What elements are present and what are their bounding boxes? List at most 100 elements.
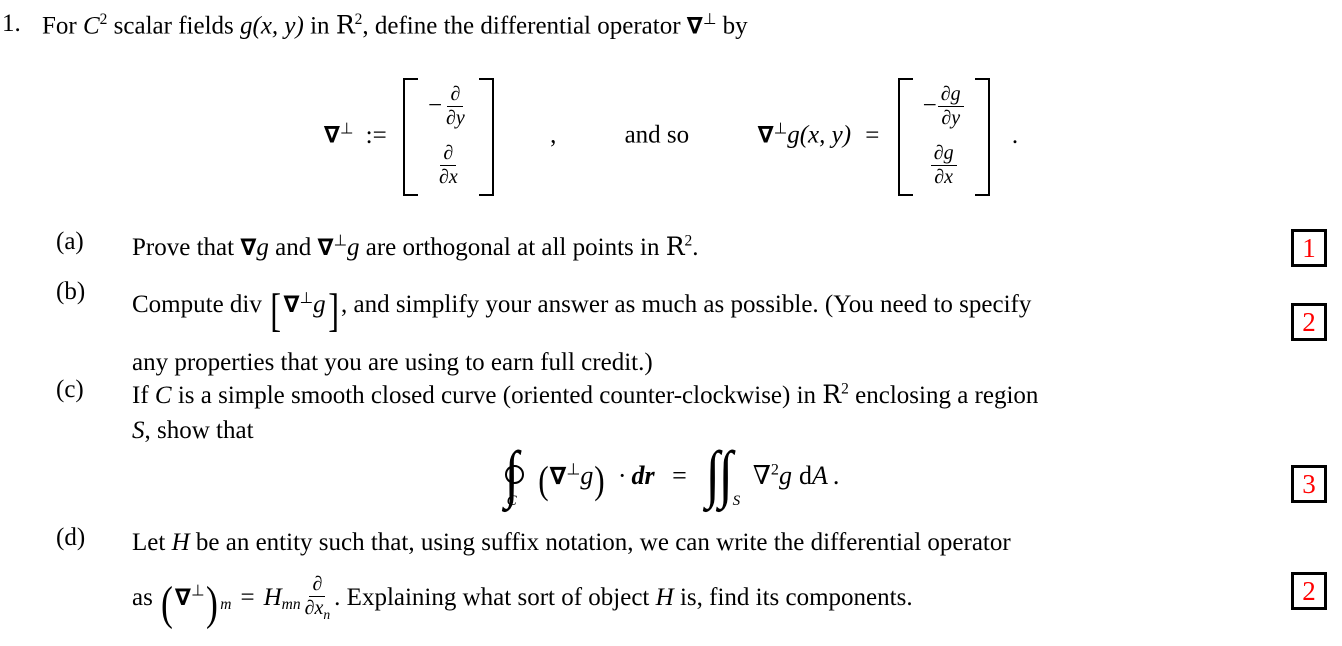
minus-sign: − xyxy=(922,92,937,120)
function-g: g xyxy=(256,234,269,261)
part-b-text-1: Compute div xyxy=(132,291,269,319)
partial-g-partial-y: ∂g ∂y xyxy=(937,83,964,129)
function-g: g xyxy=(240,12,253,40)
dot-product-symbol: · xyxy=(617,461,627,491)
marks-box-part-a: 1 xyxy=(1291,229,1327,267)
real-space-exponent: 2 xyxy=(841,380,849,398)
part-a-label: (a) xyxy=(56,228,84,255)
part-a: (a) Prove that ∇g and ∇⊥g are orthogonal… xyxy=(56,228,1266,266)
part-d-text-5: is, find its components. xyxy=(673,583,913,611)
perp-superscript: ⊥ xyxy=(339,119,354,138)
perp-superscript: ⊥ xyxy=(190,581,205,600)
stem-text-by: by xyxy=(716,12,748,40)
marks-box-part-d: 2 xyxy=(1291,572,1327,610)
definition-display-equation: ∇⊥ := − ∂ ∂y ∂ ∂x , and so ∇⊥g(x, y) = − ∂g ∂… xyxy=(0,78,1342,196)
paren-open: ( xyxy=(161,578,173,630)
part-b-label: (b) xyxy=(56,278,86,305)
gradient-perp-matrix: − ∂ ∂y ∂ ∂x xyxy=(402,78,494,196)
part-c-label: (c) xyxy=(56,376,84,403)
contour-integral-icon: ∫ C xyxy=(503,442,524,509)
perp-superscript: ⊥ xyxy=(299,288,314,307)
index-n: n xyxy=(323,607,331,623)
matrix-row-2: ∂g ∂x xyxy=(930,142,958,189)
contour-subscript: C xyxy=(506,492,517,509)
partial-x-n: ∂xn xyxy=(302,597,334,622)
part-c-text-1: If xyxy=(132,382,155,409)
part-c-text-2: is a simple smooth closed curve (oriente… xyxy=(171,382,823,409)
curve-symbol: C xyxy=(154,382,172,409)
function-g: g xyxy=(580,461,594,491)
partial-x: ∂x xyxy=(304,597,324,620)
part-d-label: (d) xyxy=(56,524,86,551)
marks-box-part-c: 3 xyxy=(1291,465,1327,503)
region-symbol: S xyxy=(132,417,145,444)
partial-y: ∂y xyxy=(446,106,465,129)
part-a-text-4: . xyxy=(692,234,699,261)
partial-g-partial-x: ∂g ∂x xyxy=(930,142,957,188)
nabla-operator-icon: ∇ xyxy=(757,122,774,149)
equals-sign: = xyxy=(240,583,255,611)
partial-derivative-y: ∂ ∂y xyxy=(443,83,468,129)
part-c-text-4: , show that xyxy=(144,417,254,444)
equals-sign: = xyxy=(672,461,687,491)
part-b-body: Compute div [∇⊥g], and simplify your ans… xyxy=(132,278,1286,381)
real-space-symbol: R xyxy=(665,232,685,261)
real-space-symbol: R xyxy=(822,380,842,409)
partial-y: ∂y xyxy=(941,106,961,129)
function-g-of-xy: g(x, y) xyxy=(787,121,852,149)
nabla-operator-icon: ∇ xyxy=(549,462,567,491)
part-a-text-2: and xyxy=(268,234,318,261)
partial-symbol: ∂ xyxy=(447,83,464,107)
exam-question-page: 1. For C2 scalar fields g(x, y) in R2, d… xyxy=(0,0,1342,646)
nabla-operator-icon: ∇ xyxy=(283,292,300,319)
index-mn: mn xyxy=(281,596,301,614)
question-stem: For C2 scalar fields g(x, y) in R2, defi… xyxy=(42,10,748,40)
gradient-perp-g-matrix: − ∂g ∂y ∂g ∂x xyxy=(897,78,990,196)
equals-sign: = xyxy=(865,121,880,149)
equation-comma: , xyxy=(550,121,557,149)
partial-x: ∂x xyxy=(934,165,954,188)
marks-box-part-b: 2 xyxy=(1291,303,1327,341)
minus-sign: − xyxy=(427,92,443,120)
dr-vector: dr xyxy=(631,461,655,491)
part-d: (d) Let H be an entity such that, using … xyxy=(56,524,1326,639)
entity-H: H xyxy=(263,583,282,611)
paren-close: ) xyxy=(206,578,219,630)
real-space-symbol: R xyxy=(335,10,355,40)
part-c-text-3: enclosing a region xyxy=(848,382,1039,409)
index-m: m xyxy=(220,596,232,614)
contour-circle xyxy=(504,465,524,484)
laplacian-exponent: 2 xyxy=(770,461,779,479)
stem-text-for: For xyxy=(42,12,83,40)
partial-g: ∂g xyxy=(937,83,964,107)
integral-glyph: ∫ xyxy=(718,438,733,509)
part-d-line-2: as (∇⊥) m = Hmn ∂ ∂xn. Explaining what sort o… xyxy=(132,569,1326,639)
paren-open: ( xyxy=(537,458,549,502)
nabla-operator-icon: ∇ xyxy=(323,122,340,149)
part-a-body: Prove that ∇g and ∇⊥g are orthogonal at … xyxy=(132,228,1266,266)
connector-text: and so xyxy=(624,121,690,149)
bracket-left xyxy=(402,78,418,196)
matrix-row-1: − ∂ ∂y xyxy=(427,83,469,130)
part-d-text-3: as xyxy=(132,583,160,611)
matrix-row-2: ∂ ∂x xyxy=(435,142,462,189)
bracket-left xyxy=(897,78,913,196)
function-g: g xyxy=(347,234,360,261)
paren-close: ) xyxy=(594,458,606,502)
stem-text-scalar-fields: scalar fields xyxy=(107,12,241,40)
partial-symbol: ∂ xyxy=(309,574,326,598)
nabla-operator-icon: ∇ xyxy=(317,235,334,261)
bracket-right xyxy=(974,78,990,196)
partial-x: ∂x xyxy=(438,165,458,188)
function-args: (x, y) xyxy=(252,12,304,40)
bracket-right xyxy=(478,78,494,196)
contour-integral-equation: ∫ C (∇⊥g) · dr = ∫∫ S ∇2g dA. xyxy=(0,438,1342,509)
perp-superscript: ⊥ xyxy=(702,10,717,28)
entity-H: H xyxy=(655,583,674,611)
bracket-open: [ xyxy=(270,286,282,337)
double-integral-icon: ∫∫ S xyxy=(704,438,740,509)
part-d-text-1: Let xyxy=(132,529,172,556)
function-g: g xyxy=(778,461,792,491)
nabla-operator-icon: ∇ xyxy=(174,584,191,611)
surface-subscript: S xyxy=(732,492,741,509)
